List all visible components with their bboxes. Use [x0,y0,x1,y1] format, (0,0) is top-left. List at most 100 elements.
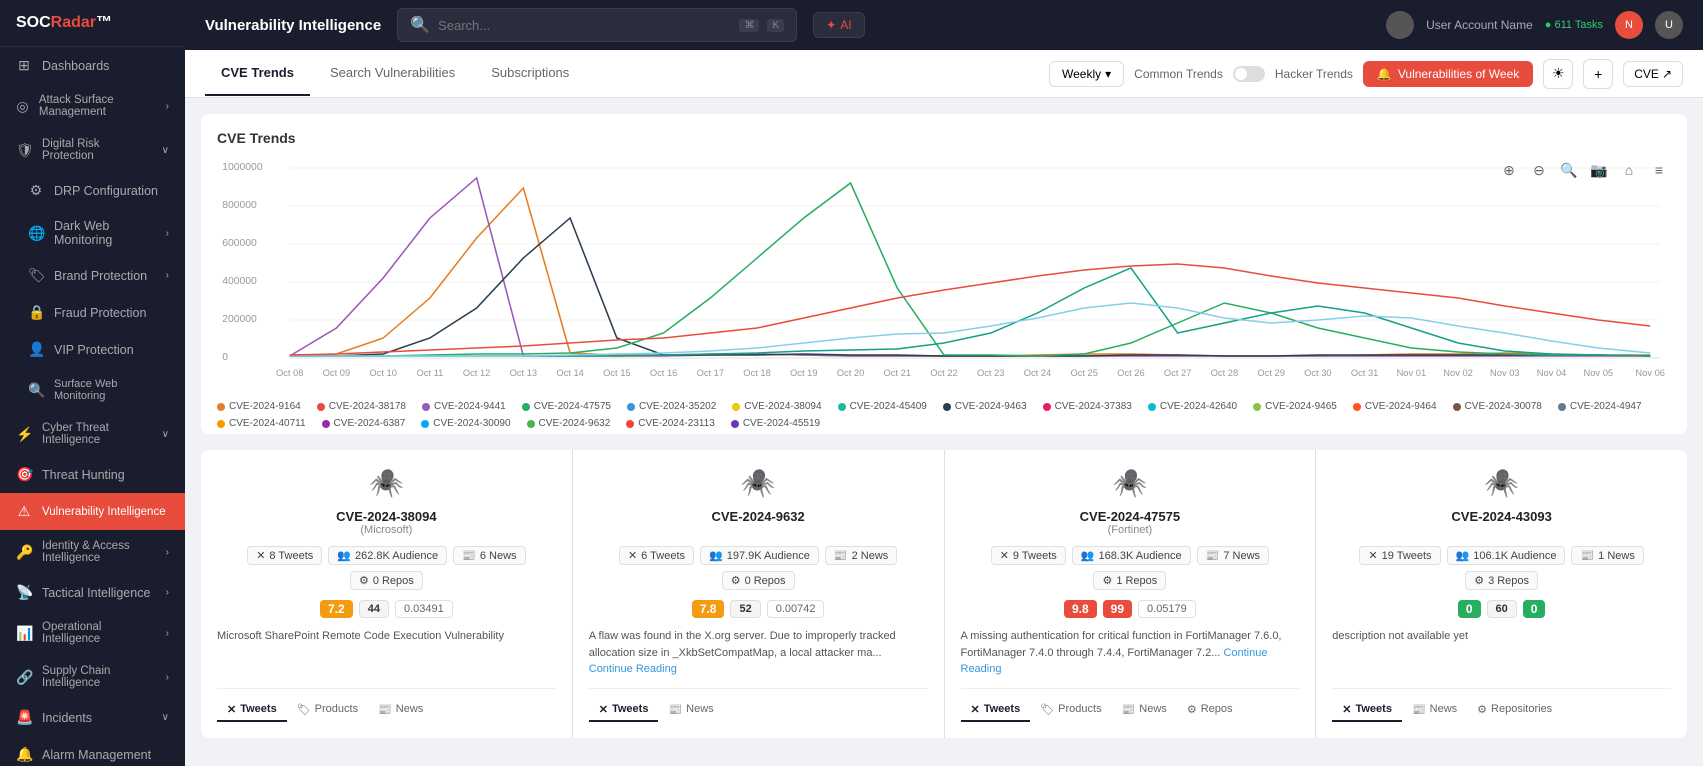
zoom-out-btn[interactable]: ⊖ [1527,158,1551,182]
sun-icon-btn[interactable]: ☀ [1543,59,1573,89]
sidebar-item-operational[interactable]: 📊 Operational Intelligence › [0,611,185,655]
sidebar-item-dashboards[interactable]: ⊞ Dashboards [0,47,185,84]
sidebar-item-digital-risk[interactable]: 🛡 Digital Risk Protection ∨ [0,128,185,172]
topbar-right: User Account Name ● 611 Tasks N U [1386,11,1683,39]
chart-container: ⊕ ⊖ 🔍 📷 ⌂ ≡ 1000000 800000 600000 400000… [217,158,1671,418]
sidebar-item-vip[interactable]: 👤 VIP Protection [0,331,185,368]
svg-text:Oct 25: Oct 25 [1070,368,1097,378]
audience-icon-9632: 👥 [709,549,723,562]
svg-text:Oct 16: Oct 16 [650,368,677,378]
search-chart-btn[interactable]: 🔍 [1557,158,1581,182]
digital-risk-icon: 🛡 [16,142,32,159]
sidebar-item-attack-surface[interactable]: ◎ Attack Surface Management › [0,84,185,128]
vuln-week-button[interactable]: 🔔 Vulnerabilities of Week [1363,61,1533,87]
cve-card-43093: 🕷️ CVE-2024-43093 ✕ 19 Tweets 👥 106.1K A… [1316,450,1687,738]
repos-badge-43093: ⚙ 3 Repos [1465,571,1538,590]
tab-cve-trends[interactable]: CVE Trends [205,51,310,96]
svg-text:Oct 19: Oct 19 [790,368,817,378]
card-tab-news-47575[interactable]: 📰 News [1112,699,1177,722]
card-tab-news-38094[interactable]: 📰 News [368,699,433,722]
svg-text:Oct 28: Oct 28 [1211,368,1238,378]
tab-search-vuln[interactable]: Search Vulnerabilities [314,51,471,96]
news-icon: 📰 [462,549,476,562]
sidebar-item-fraud[interactable]: 🔒 Fraud Protection [0,294,185,331]
cve-btn-label: CVE [1634,67,1659,81]
zoom-in-btn[interactable]: ⊕ [1497,158,1521,182]
sidebar-item-identity[interactable]: 🔑 Identity & Access Intelligence › [0,530,185,574]
sidebar-label-alarm: Alarm Management [42,748,151,762]
card-tabs-9632: ✕ Tweets 📰 News [589,688,928,722]
card-tab-repos-43093[interactable]: ⚙ Repositories [1467,699,1562,722]
content-area: CVE Trends Search Vulnerabilities Subscr… [185,50,1703,766]
menu-btn[interactable]: ≡ [1647,158,1671,182]
x-tab-icon: ✕ [227,703,236,716]
card-tab-tweets-9632[interactable]: ✕ Tweets [589,699,659,722]
weekly-dropdown[interactable]: Weekly ▾ [1049,61,1124,87]
tab-subscriptions[interactable]: Subscriptions [475,51,585,96]
cyber-threat-icon: ⚡ [16,426,32,443]
shortcut-k: K [767,19,784,32]
cve-trends-chart: 1000000 800000 600000 400000 200000 0 [217,158,1671,388]
score2-9632: 52 [730,600,760,618]
common-trends-toggle[interactable] [1233,66,1265,82]
home-btn[interactable]: ⌂ [1617,158,1641,182]
tweets-badge-38094: ✕ 8 Tweets [247,546,322,565]
sidebar-label-drp-config: DRP Configuration [54,184,158,198]
sidebar-item-drp-config[interactable]: ⚙ DRP Configuration [0,172,185,209]
search-input[interactable] [438,18,731,33]
sidebar-item-dark-web[interactable]: 🌐 Dark Web Monitoring › [0,209,185,257]
card-tab-products-38094[interactable]: 🏷 Products [287,699,368,722]
sidebar-item-supply-chain[interactable]: 🔗 Supply Chain Intelligence › [0,655,185,699]
card-tab-news-43093[interactable]: 📰 News [1402,699,1467,722]
chart-legend: CVE-2024-9164 CVE-2024-38178 CVE-2024-94… [217,401,1671,429]
card-stats-43093: ✕ 19 Tweets 👥 106.1K Audience 📰 1 News ⚙… [1332,546,1671,590]
notification-bell[interactable]: N [1615,11,1643,39]
user-menu-btn[interactable]: U [1655,11,1683,39]
card-tab-tweets-43093[interactable]: ✕ Tweets [1332,699,1402,722]
shortcut-cmd: ⌘ [739,19,759,32]
x-icon-9632: ✕ [628,549,637,562]
sidebar-label-fraud: Fraud Protection [54,306,146,320]
sidebar-item-tactical[interactable]: 📡 Tactical Intelligence › [0,574,185,611]
read-more-9632[interactable]: Continue Reading [589,663,677,675]
svg-text:200000: 200000 [222,314,257,325]
description-47575: A missing authentication for critical fu… [961,628,1300,678]
cve-id-9632: CVE-2024-9632 [712,509,805,524]
cve-button[interactable]: CVE ↗ [1623,61,1683,87]
audience-icon-47575: 👥 [1081,549,1095,562]
card-tab-products-47575[interactable]: 🏷 Products [1030,699,1111,722]
card-tab-repos-47575[interactable]: ⚙ Repos [1177,699,1243,722]
card-tabs-43093: ✕ Tweets 📰 News ⚙ Repositories [1332,688,1671,722]
card-tab-tweets-47575[interactable]: ✕ Tweets [961,699,1031,722]
sidebar: SOCRadar™ ⊞ Dashboards ◎ Attack Surface … [0,0,185,766]
svg-text:0: 0 [222,352,228,363]
sidebar-item-cyber-threat[interactable]: ⚡ Cyber Threat Intelligence ∨ [0,412,185,456]
card-tab-news-9632[interactable]: 📰 News [658,699,723,722]
news-tab-icon-43093: 📰 [1412,703,1426,716]
sidebar-label-threat-hunting: Threat Hunting [42,468,125,482]
tabs-right-controls: Weekly ▾ Common Trends Hacker Trends 🔔 V… [1049,59,1683,89]
topbar: Vulnerability Intelligence 🔍 ⌘ K ✦ AI Us… [185,0,1703,50]
svg-text:600000: 600000 [222,238,257,249]
sidebar-item-threat-hunting[interactable]: 🎯 Threat Hunting [0,456,185,493]
dark-web-icon: 🌐 [28,225,44,242]
vendor-43093 [1451,524,1551,536]
sidebar-item-vuln-intel[interactable]: ⚠ Vulnerability Intelligence [0,493,185,530]
sidebar-label-dark-web: Dark Web Monitoring [54,219,156,247]
chevron-down-icon: ▾ [1105,67,1111,81]
score3-47575: 0.05179 [1138,600,1196,618]
legend-item: CVE-2024-45409 [838,401,927,412]
sidebar-item-alarm-mgmt[interactable]: 🔔 Alarm Management [0,736,185,766]
plus-icon-btn[interactable]: + [1583,59,1613,89]
card-tabs-47575: ✕ Tweets 🏷 Products 📰 News ⚙ Repos [961,688,1300,722]
legend-item: CVE-2024-38178 [317,401,406,412]
sidebar-item-surface-web[interactable]: 🔍 Surface Web Monitoring [0,368,185,412]
sidebar-item-brand-protection[interactable]: 🏷 Brand Protection › [0,257,185,294]
sidebar-item-incidents[interactable]: 🚨 Incidents ∨ [0,699,185,736]
cve-card-38094: 🕷️ CVE-2024-38094 (Microsoft) ✕ 8 Tweets… [201,450,572,738]
ai-button[interactable]: ✦ AI [813,12,864,38]
hacker-trends-label: Hacker Trends [1275,67,1353,81]
svg-text:Oct 27: Oct 27 [1164,368,1191,378]
camera-btn[interactable]: 📷 [1587,158,1611,182]
card-tab-tweets-38094[interactable]: ✕ Tweets [217,699,287,722]
